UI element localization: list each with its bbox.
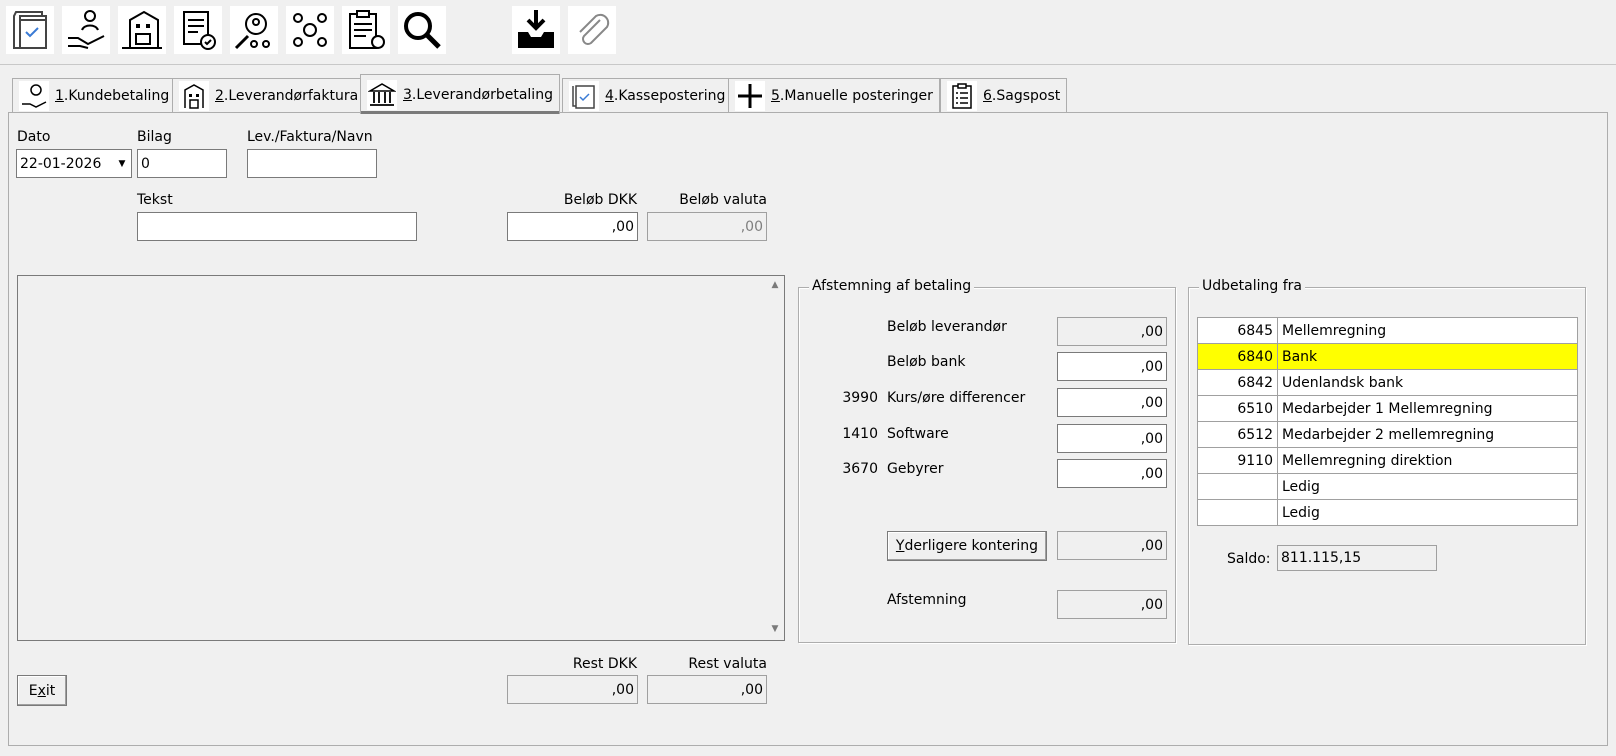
tab-hotkey: 2 (215, 87, 224, 104)
table-row[interactable]: 6510 Medarbejder 1 Mellemregning (1197, 395, 1578, 422)
tab-label: .Leverandørfaktura (223, 87, 359, 104)
checklist-icon (947, 80, 977, 111)
software-acct: 1410 (842, 426, 878, 442)
invoice-checklist-icon[interactable] (174, 6, 222, 54)
kurs-label: Kurs/øre differencer (887, 390, 1026, 406)
tekst-label: Tekst (137, 192, 173, 208)
tab-sagspost[interactable]: 6.Sagspost (940, 78, 1068, 112)
tab-kassepostering[interactable]: 4.Kassepostering (562, 78, 733, 112)
afstemning-label: Afstemning (887, 592, 967, 608)
afstemning-field: ,00 (1057, 590, 1167, 619)
tab-hotkey: 5 (771, 87, 780, 104)
lev-faktura-navn-field[interactable] (247, 149, 377, 178)
table-row[interactable]: 6512 Medarbejder 2 mellemregning (1197, 421, 1578, 448)
belob-valuta-field: ,00 (647, 212, 767, 241)
gebyrer-label: Gebyrer (887, 461, 944, 477)
payments-list[interactable]: ▲ ▼ (17, 275, 785, 641)
table-row[interactable]: Ledig (1197, 499, 1578, 526)
rest-valuta-field: ,00 (647, 675, 767, 704)
building-truck-icon[interactable] (118, 6, 166, 54)
saldo-label: Saldo: (1227, 551, 1271, 567)
bilag-label: Bilag (137, 129, 172, 145)
tab-leverandorfaktura[interactable]: 2.Leverandørfaktura (172, 78, 366, 112)
building-icon (179, 80, 209, 111)
bilag-field[interactable]: 0 (137, 149, 227, 178)
tab-label: .Manuelle posteringer (779, 87, 933, 104)
dato-label: Dato (17, 129, 51, 145)
table-row[interactable]: 6842 Udenlandsk bank (1197, 369, 1578, 396)
tab-label: .Sagspost (991, 87, 1061, 104)
dato-value: 22-01-2026 (20, 156, 102, 172)
tab-kundebetaling[interactable]: 1.Kundebetaling (12, 78, 177, 112)
tab-label: .Kassepostering (613, 87, 726, 104)
tab-hotkey: 1 (55, 87, 64, 104)
tab-hotkey: 4 (605, 87, 614, 104)
table-row[interactable]: 9110 Mellemregning direktion (1197, 447, 1578, 474)
gebyrer-acct: 3670 (842, 461, 878, 477)
table-row[interactable]: Ledig (1197, 473, 1578, 500)
belob-valuta-label: Beløb valuta (679, 192, 767, 208)
yderligere-field: ,00 (1057, 531, 1167, 560)
rest-dkk-field: ,00 (507, 675, 638, 704)
belob-leverandor-field: ,00 (1057, 317, 1167, 346)
scroll-up-icon[interactable]: ▲ (769, 280, 781, 292)
table-row-selected[interactable]: 6840 Bank (1197, 343, 1578, 370)
people-search-icon[interactable] (230, 6, 278, 54)
belob-bank-field[interactable]: ,00 (1057, 352, 1167, 381)
search-icon[interactable] (398, 6, 446, 54)
udbetaling-title: Udbetaling fra (1199, 278, 1305, 294)
tab-leverandorbetaling[interactable]: 3.Leverandørbetaling (360, 74, 560, 114)
paperclip-icon[interactable] (568, 6, 616, 54)
belob-leverandor-label: Beløb leverandør (887, 319, 1007, 335)
tab-label: .Leverandørbetaling (411, 86, 553, 103)
plus-icon (735, 80, 765, 111)
people-gear-icon[interactable] (286, 6, 334, 54)
yderligere-kontering-button[interactable]: Yderligere kontering (887, 531, 1047, 561)
belob-bank-label: Beløb bank (887, 354, 966, 370)
belob-dkk-field[interactable]: ,00 (507, 212, 638, 241)
hand-person-icon[interactable] (62, 6, 110, 54)
document-check-icon (569, 80, 599, 111)
bank-icon (367, 79, 397, 110)
kurs-field[interactable]: ,00 (1057, 388, 1167, 417)
chevron-down-icon[interactable]: ▼ (113, 150, 131, 177)
belob-dkk-label: Beløb DKK (563, 192, 637, 208)
exit-button[interactable]: Ex it (17, 675, 67, 706)
kurs-acct: 3990 (842, 390, 878, 406)
money-hand-icon (19, 80, 49, 111)
software-field[interactable]: ,00 (1057, 424, 1167, 453)
software-label: Software (887, 426, 949, 442)
lev-faktura-navn-label: Lev./Faktura/Navn (247, 129, 373, 145)
toolbar-divider (0, 64, 1616, 65)
account-list[interactable]: 6845 Mellemregning 6840 Bank 6842 Udenlands… (1197, 317, 1578, 526)
dato-field[interactable]: 22-01-2026 ▼ (16, 149, 132, 178)
clipboard-attach-icon[interactable] (342, 6, 390, 54)
saldo-field: 811.115,15 (1277, 545, 1437, 571)
tab-hotkey: 3 (403, 86, 412, 103)
tab-manuelle-posteringer[interactable]: 5.Manuelle posteringer (728, 78, 940, 112)
gebyrer-field[interactable]: ,00 (1057, 459, 1167, 488)
document-check-icon[interactable] (6, 6, 54, 54)
rest-valuta-label: Rest valuta (688, 656, 767, 672)
afstemning-title: Afstemning af betaling (809, 278, 975, 294)
tekst-field[interactable] (137, 212, 417, 241)
scroll-down-icon[interactable]: ▼ (769, 624, 781, 636)
tab-hotkey: 6 (983, 87, 992, 104)
table-row[interactable]: 6845 Mellemregning (1197, 317, 1578, 344)
rest-dkk-label: Rest DKK (572, 656, 637, 672)
inbox-download-icon[interactable] (512, 6, 560, 54)
tab-label: .Kundebetaling (63, 87, 170, 104)
